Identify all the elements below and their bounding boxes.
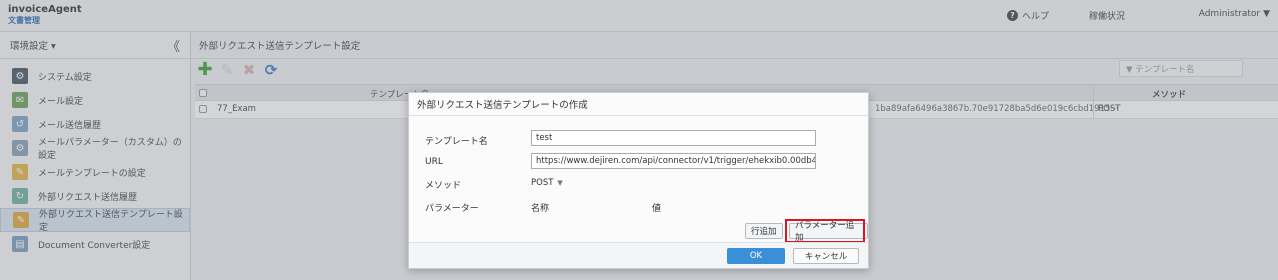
template-name-label: テンプレート名 [425, 137, 488, 147]
parameter-name-column: 名称 [531, 204, 550, 214]
method-label: メソッド [425, 181, 462, 191]
url-label: URL [425, 157, 443, 167]
parameter-label: パラメーター [425, 204, 479, 214]
parameter-value-column: 値 [652, 204, 662, 214]
ok-button[interactable]: OK [727, 248, 785, 264]
chevron-down-icon: ▼ [557, 179, 563, 187]
method-value: POST [531, 178, 554, 188]
url-input[interactable]: https://www.dejiren.com/api/connector/v1… [531, 153, 816, 169]
template-name-input[interactable]: test [531, 130, 816, 146]
add-row-button[interactable]: 行追加 [745, 223, 783, 239]
cancel-button[interactable]: キャンセル [793, 248, 859, 264]
highlight-box [785, 219, 865, 243]
dialog-footer: OK キャンセル [409, 242, 868, 268]
dialog-body: テンプレート名 test URL https://www.dejiren.com… [409, 116, 868, 244]
method-select[interactable]: POST ▼ [531, 176, 563, 190]
create-template-dialog: 外部リクエスト送信テンプレートの作成 テンプレート名 test URL http… [408, 92, 869, 269]
dialog-title: 外部リクエスト送信テンプレートの作成 [409, 93, 868, 116]
